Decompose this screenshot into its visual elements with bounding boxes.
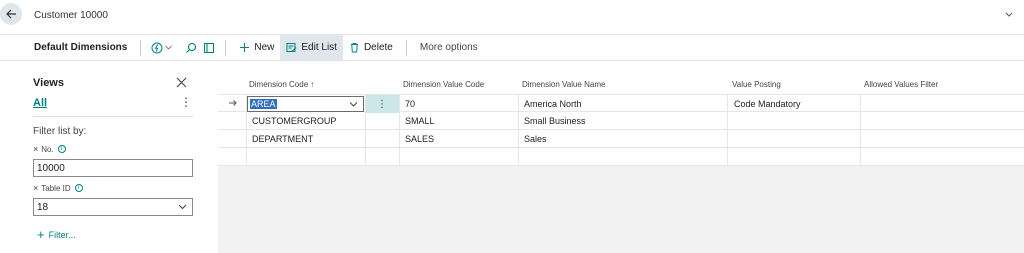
value-posting-cell[interactable] xyxy=(730,130,734,148)
dimension-code-input[interactable]: AREA xyxy=(247,96,364,112)
table-row[interactable] xyxy=(218,148,1024,166)
column-header-value-posting[interactable]: Value Posting xyxy=(732,80,781,89)
info-icon[interactable]: i xyxy=(74,184,83,192)
table-row[interactable]: CUSTOMERGROUP SMALL Small Business xyxy=(218,112,1024,130)
chevron-down-icon[interactable] xyxy=(1004,11,1014,19)
chevron-down-icon xyxy=(178,204,187,210)
filter-label-no: × No. i xyxy=(33,144,66,154)
value-name-cell[interactable]: Small Business xyxy=(520,112,586,130)
chevron-down-icon[interactable] xyxy=(349,101,358,108)
edit-list-icon xyxy=(286,43,297,52)
allowed-values-filter-cell[interactable] xyxy=(862,112,866,130)
close-icon[interactable] xyxy=(176,77,187,88)
more-dots-icon[interactable]: ⋮ xyxy=(180,96,192,108)
more-options-button[interactable]: More options xyxy=(420,42,478,53)
divider xyxy=(225,39,227,56)
back-arrow-icon xyxy=(6,9,16,19)
search-icon xyxy=(186,42,197,53)
row-actions-button[interactable]: ⋮ xyxy=(365,95,399,113)
column-divider xyxy=(365,94,366,166)
chevron-down-icon xyxy=(165,45,173,50)
filter-select-value: 18 xyxy=(37,201,49,213)
add-filter-button[interactable]: + Filter... xyxy=(37,227,76,242)
column-header-allowed-values-filter[interactable]: Allowed Values Filter xyxy=(864,80,938,89)
table-row[interactable]: AREA ⋮ 70 America North Code Mandatory xyxy=(218,94,1024,113)
divider xyxy=(405,39,407,56)
value-code-cell[interactable]: 70 xyxy=(401,95,415,113)
page-name: Default Dimensions xyxy=(34,42,128,53)
filter-select-table-id[interactable]: 18 xyxy=(33,198,193,216)
filter-pane: Views All ⋮ Filter list by: × No. i 1000… xyxy=(0,61,206,253)
row-arrow-icon xyxy=(229,100,237,106)
column-header-value-code[interactable]: Dimension Value Code xyxy=(403,80,484,89)
value-name-cell[interactable]: America North xyxy=(520,95,582,113)
search-button[interactable] xyxy=(182,38,200,58)
value-name-cell[interactable] xyxy=(520,148,524,166)
add-filter-label: Filter... xyxy=(48,229,76,240)
actions-menu-button[interactable] xyxy=(148,38,176,58)
filter-pane-icon xyxy=(204,42,215,53)
info-icon[interactable]: i xyxy=(57,145,66,153)
back-button[interactable] xyxy=(0,3,22,25)
edit-list-button[interactable]: Edit List xyxy=(280,34,343,61)
column-divider xyxy=(518,94,519,166)
filter-heading: Filter list by: xyxy=(33,126,87,137)
bolt-icon xyxy=(151,42,163,53)
allowed-values-filter-cell[interactable] xyxy=(862,130,866,148)
value-code-cell[interactable]: SMALL xyxy=(401,112,435,130)
delete-button[interactable]: Delete xyxy=(343,34,399,61)
divider xyxy=(140,39,142,56)
value-posting-cell[interactable] xyxy=(730,112,734,130)
value-posting-cell[interactable]: Code Mandatory xyxy=(730,95,801,113)
view-all-link[interactable]: All xyxy=(33,97,47,109)
column-divider xyxy=(399,94,400,166)
column-divider xyxy=(860,94,861,166)
filter-label-table-id: × Table ID i xyxy=(33,183,83,193)
column-divider xyxy=(727,94,728,166)
plus-icon xyxy=(240,43,250,52)
allowed-values-filter-cell[interactable] xyxy=(862,148,866,166)
column-divider xyxy=(246,94,247,166)
action-bar: Default Dimensions New Edit List Delete … xyxy=(0,34,1024,61)
dimension-code-cell[interactable]: DEPARTMENT xyxy=(248,130,313,148)
column-header-dimension-code[interactable]: Dimension Code ↑ xyxy=(249,80,314,89)
dimension-code-cell[interactable] xyxy=(248,148,252,166)
divider xyxy=(33,116,193,117)
delete-icon xyxy=(350,43,358,53)
delete-button-label: Delete xyxy=(363,42,393,53)
remove-filter-icon[interactable]: × xyxy=(33,183,38,193)
dimension-code-value: AREA xyxy=(250,99,277,109)
new-button[interactable]: New xyxy=(233,34,280,61)
allowed-values-filter-cell[interactable] xyxy=(862,95,866,113)
value-code-cell[interactable]: SALES xyxy=(401,130,434,148)
edit-list-button-label: Edit List xyxy=(301,42,337,53)
value-name-cell[interactable]: Sales xyxy=(520,130,547,148)
table-row[interactable]: DEPARTMENT SALES Sales xyxy=(218,130,1024,148)
filter-pane-button[interactable] xyxy=(200,38,218,58)
value-posting-cell[interactable] xyxy=(730,148,734,166)
column-header-value-name[interactable]: Dimension Value Name xyxy=(522,80,605,89)
plus-icon: + xyxy=(37,227,45,242)
new-button-label: New xyxy=(254,42,275,53)
dimensions-grid: Dimension Code ↑ Dimension Value Code Di… xyxy=(218,61,1024,253)
grid-empty-area xyxy=(218,166,1024,253)
dimension-code-cell[interactable]: CUSTOMERGROUP xyxy=(248,112,336,130)
page-title: Customer 10000 xyxy=(34,10,108,21)
views-title: Views xyxy=(33,77,64,89)
filter-label-text: Table ID xyxy=(41,183,71,193)
page-header: Customer 10000 xyxy=(0,0,1024,34)
filter-label-text: No. xyxy=(41,144,54,154)
remove-filter-icon[interactable]: × xyxy=(33,144,38,154)
filter-input-no[interactable]: 10000 xyxy=(33,159,193,177)
value-code-cell[interactable] xyxy=(401,148,405,166)
